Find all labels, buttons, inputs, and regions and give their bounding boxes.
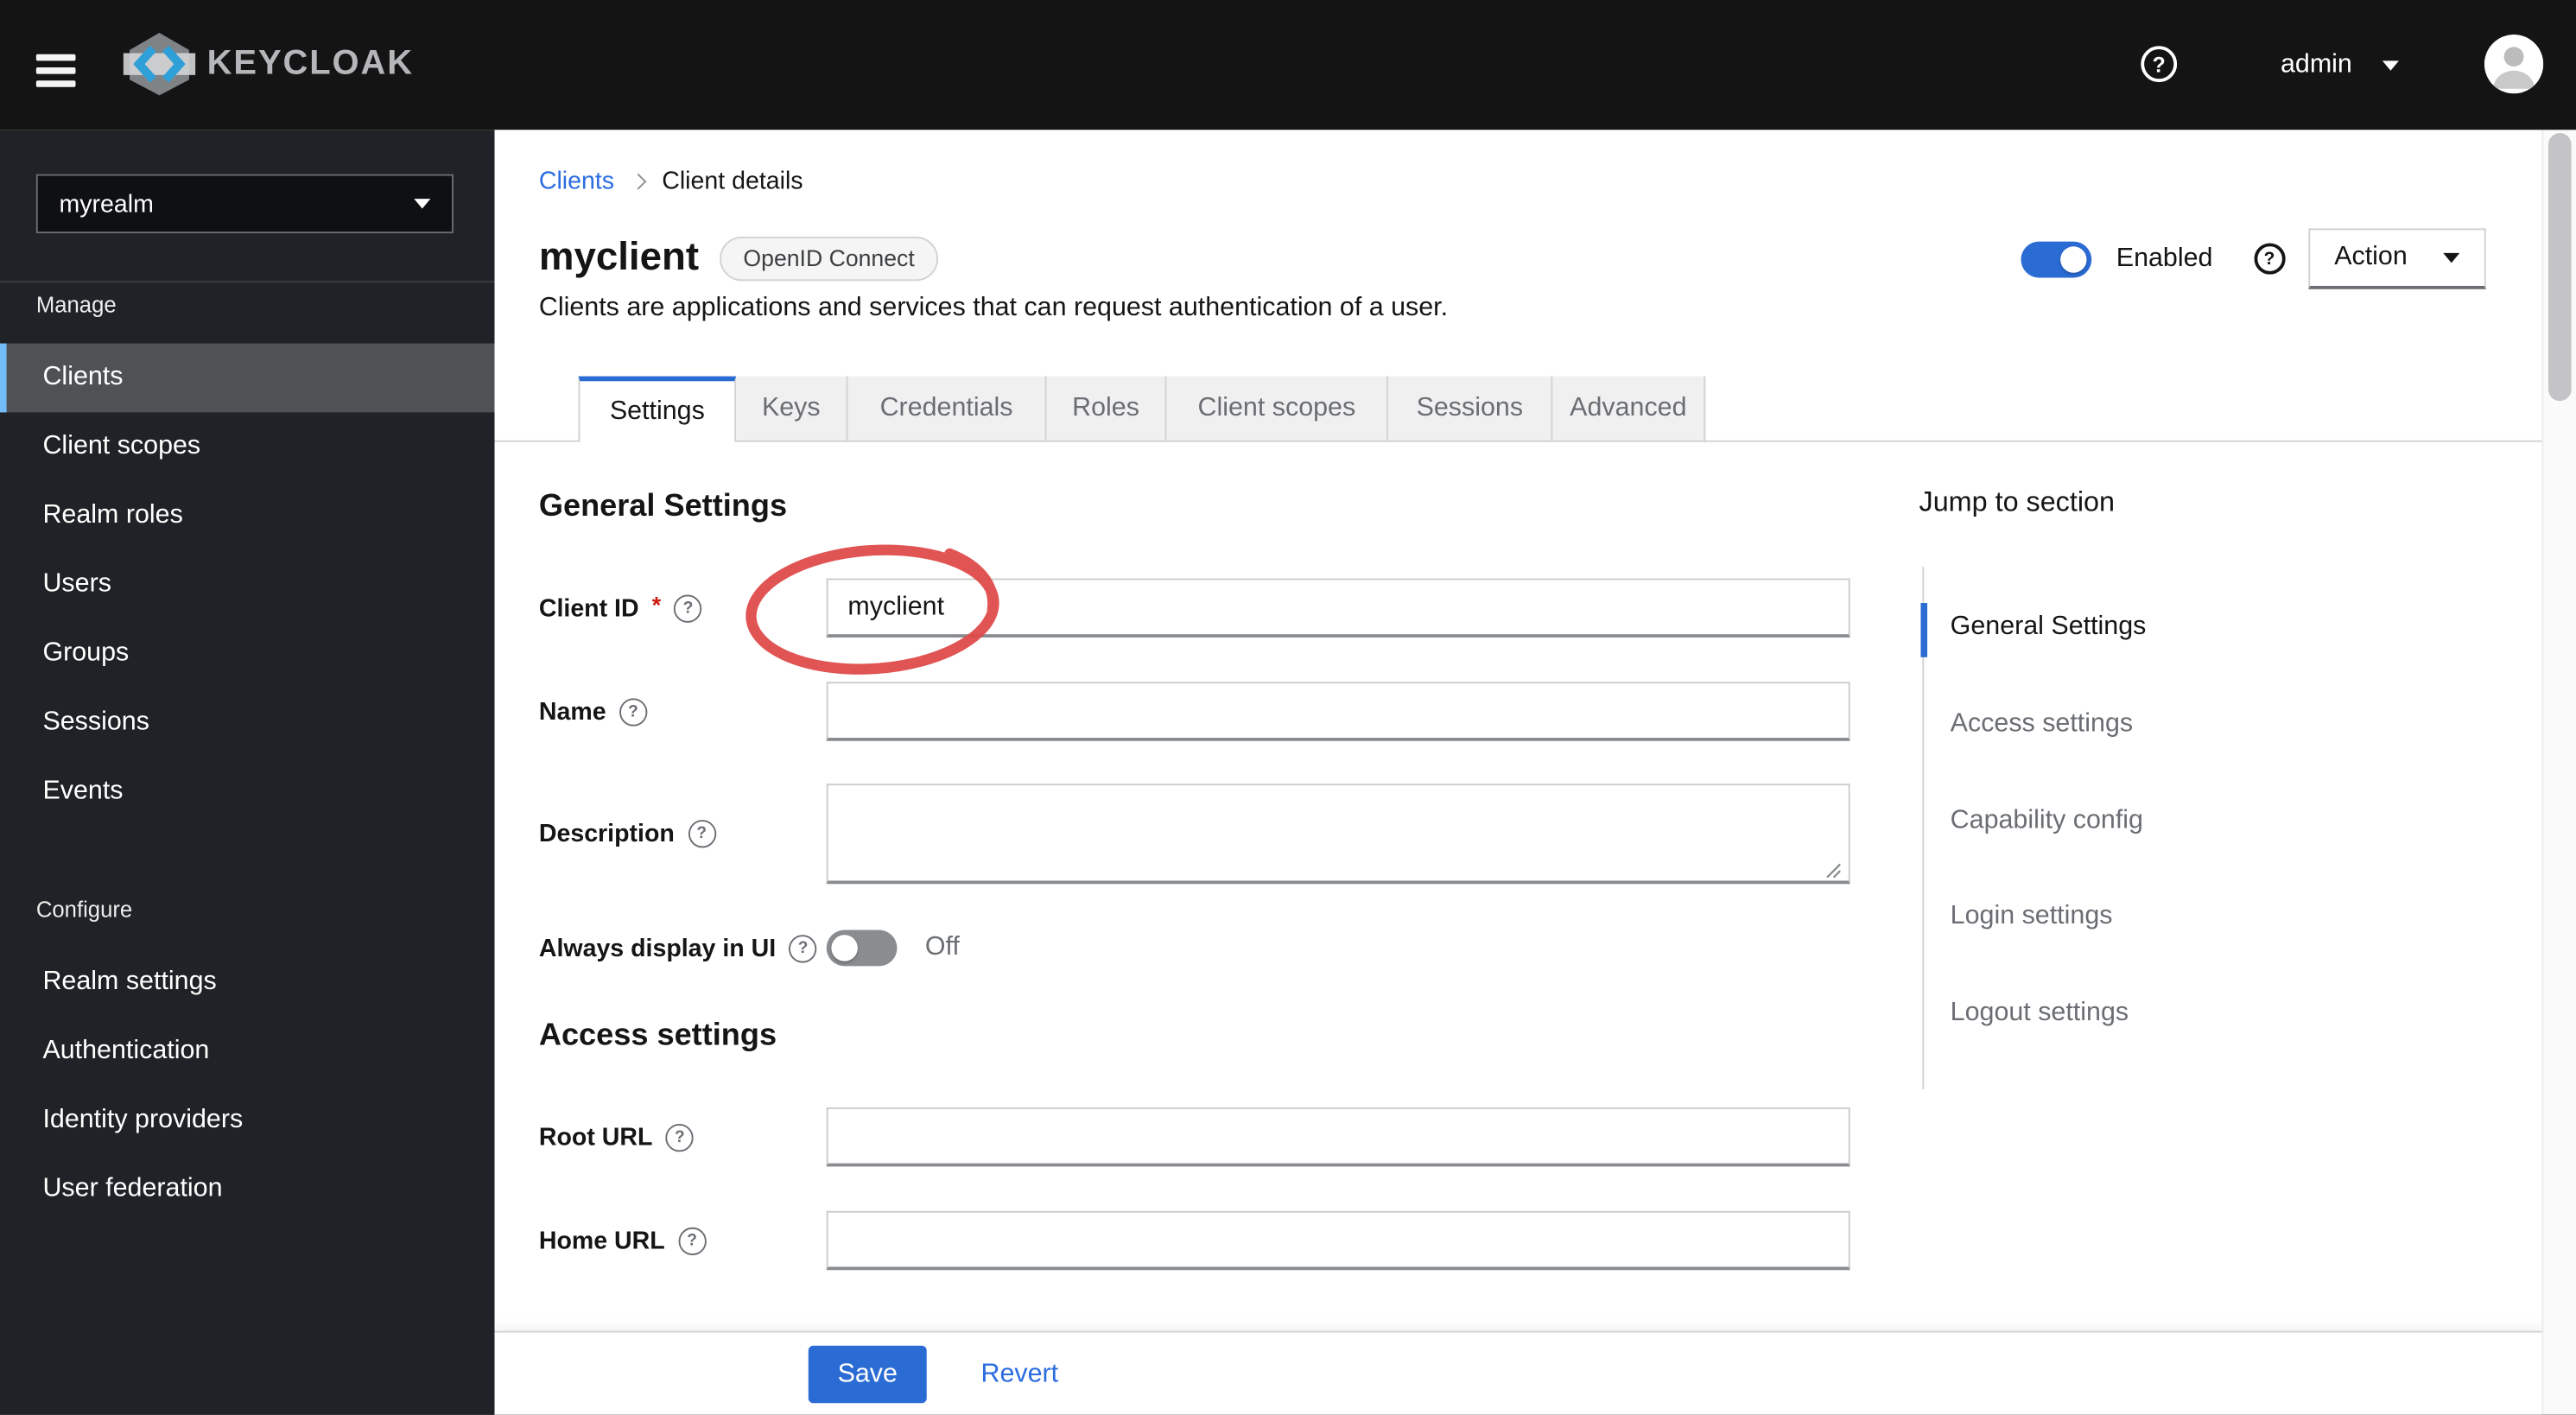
always-display-help-icon[interactable] [789, 934, 817, 962]
sidebar-divider [0, 281, 495, 283]
home-url-label: Home URL [538, 1226, 665, 1255]
sidebar-item-client-scopes[interactable]: Client scopes [0, 412, 495, 481]
description-label-group: Description [538, 784, 716, 884]
tab-credentials[interactable]: Credentials [847, 376, 1047, 442]
tab-advanced[interactable]: Advanced [1552, 376, 1706, 442]
nav-section-manage: Manage [35, 292, 117, 318]
title-row: myclient OpenID Connect [539, 232, 938, 284]
realm-name: myrealm [59, 189, 154, 219]
sidebar-item-clients[interactable]: Clients [0, 343, 495, 413]
sidebar-item-identity-providers[interactable]: Identity providers [0, 1086, 495, 1155]
sidebar-item-realm-settings[interactable]: Realm settings [0, 948, 495, 1017]
required-indicator: * [651, 591, 662, 619]
jump-item-login-settings[interactable]: Login settings [1924, 892, 2301, 942]
page-scrollbar [2541, 130, 2576, 1415]
sidebar-item-authentication[interactable]: Authentication [0, 1017, 495, 1086]
action-dropdown[interactable]: Action [2307, 228, 2486, 289]
root-url-input[interactable] [826, 1107, 1850, 1167]
sidebar-item-groups[interactable]: Groups [0, 619, 495, 688]
username: admin [2280, 50, 2352, 79]
tab-spacer [494, 377, 579, 442]
sidebar-item-user-federation[interactable]: User federation [0, 1155, 495, 1224]
jump-to-section-nav: General Settings Access settings Capabil… [1919, 567, 2316, 1090]
hamburger-menu-icon[interactable] [35, 54, 76, 86]
page-subtitle: Clients are applications and services th… [538, 294, 1449, 322]
tab-roles[interactable]: Roles [1046, 376, 1167, 442]
chevron-down-icon [2382, 60, 2399, 70]
sidebar-item-sessions[interactable]: Sessions [0, 688, 495, 758]
tab-bar: Settings Keys Credentials Roles Client s… [494, 376, 2542, 442]
jump-item-general-settings[interactable]: General Settings [1924, 603, 2301, 652]
always-display-toggle[interactable] [826, 930, 898, 967]
jump-to-section-heading: Jump to section [1919, 485, 2115, 518]
client-id-help-icon[interactable] [674, 593, 702, 622]
jump-item-capability-config[interactable]: Capability config [1924, 796, 2301, 846]
name-help-icon[interactable] [619, 697, 648, 726]
help-icon[interactable] [2141, 46, 2178, 83]
tab-settings[interactable]: Settings [578, 376, 737, 442]
always-display-label: Always display in UI [538, 934, 777, 962]
name-label: Name [538, 697, 606, 726]
tab-sessions[interactable]: Sessions [1388, 376, 1553, 442]
client-id-input[interactable] [826, 578, 1850, 638]
home-url-label-group: Home URL [538, 1211, 707, 1270]
chevron-down-icon [2442, 252, 2459, 263]
root-url-label-group: Root URL [539, 1107, 694, 1166]
manage-nav: Clients Client scopes Realm roles Users … [0, 343, 495, 827]
revert-link[interactable]: Revert [980, 1333, 1058, 1415]
chevron-down-icon [414, 199, 431, 209]
breadcrumb: Clients Client details [539, 164, 803, 197]
description-help-icon[interactable] [688, 820, 716, 848]
tab-bar-filler [1705, 377, 2542, 442]
root-url-label: Root URL [538, 1123, 653, 1152]
root-url-help-icon[interactable] [665, 1123, 694, 1152]
name-input[interactable] [826, 682, 1850, 741]
masthead: KEYCLOAK admin [0, 0, 2576, 130]
sidebar: myrealm Manage Clients Client scopes Rea… [0, 130, 495, 1415]
home-url-input[interactable] [826, 1210, 1850, 1271]
save-button[interactable]: Save [808, 1345, 927, 1404]
user-menu[interactable]: admin [2280, 0, 2399, 130]
jump-item-access-settings[interactable]: Access settings [1924, 700, 2301, 749]
client-id-label-group: Client ID * [539, 579, 702, 638]
tab-client-scopes[interactable]: Client scopes [1166, 376, 1389, 442]
nav-section-configure: Configure [35, 897, 133, 923]
name-label-group: Name [538, 682, 648, 740]
breadcrumb-clients-link[interactable]: Clients [539, 167, 614, 194]
tab-keys[interactable]: Keys [736, 376, 848, 442]
chevron-right-icon [630, 173, 647, 190]
always-display-label-group: Always display in UI [539, 930, 817, 967]
enabled-label: Enabled [2116, 244, 2213, 272]
sidebar-item-events[interactable]: Events [0, 758, 495, 827]
page-title: myclient [538, 234, 700, 280]
general-settings-heading: General Settings [538, 489, 788, 524]
client-id-label: Client ID [538, 593, 639, 622]
brand-text: KEYCLOAK [206, 44, 415, 83]
description-textarea[interactable] [826, 784, 1850, 885]
realm-selector[interactable]: myrealm [35, 174, 454, 234]
keycloak-logo: KEYCLOAK [122, 31, 414, 97]
main-content: Clients Client details myclient OpenID C… [494, 130, 2542, 1415]
keycloak-admin-console: KEYCLOAK admin myrealm Manage Clients Cl… [0, 0, 2576, 1415]
sidebar-item-users[interactable]: Users [0, 550, 495, 619]
enabled-help-icon[interactable] [2254, 243, 2286, 275]
breadcrumb-current: Client details [662, 167, 803, 195]
form-action-bar: Save Revert [494, 1330, 2542, 1415]
avatar[interactable] [2484, 34, 2544, 94]
protocol-badge: OpenID Connect [720, 235, 938, 281]
action-dropdown-label: Action [2334, 243, 2408, 271]
keycloak-hexagon-icon [123, 32, 196, 96]
jump-item-logout-settings[interactable]: Logout settings [1924, 989, 2301, 1038]
access-settings-heading: Access settings [538, 1018, 777, 1054]
sidebar-item-realm-roles[interactable]: Realm roles [0, 481, 495, 550]
configure-nav: Realm settings Authentication Identity p… [0, 948, 495, 1224]
description-label: Description [538, 820, 675, 848]
home-url-help-icon[interactable] [677, 1226, 707, 1255]
header-controls: Enabled Action [2021, 228, 2486, 289]
enabled-toggle[interactable] [2021, 240, 2092, 277]
always-display-state: Off [924, 933, 960, 961]
scrollbar-thumb[interactable] [2548, 133, 2572, 402]
